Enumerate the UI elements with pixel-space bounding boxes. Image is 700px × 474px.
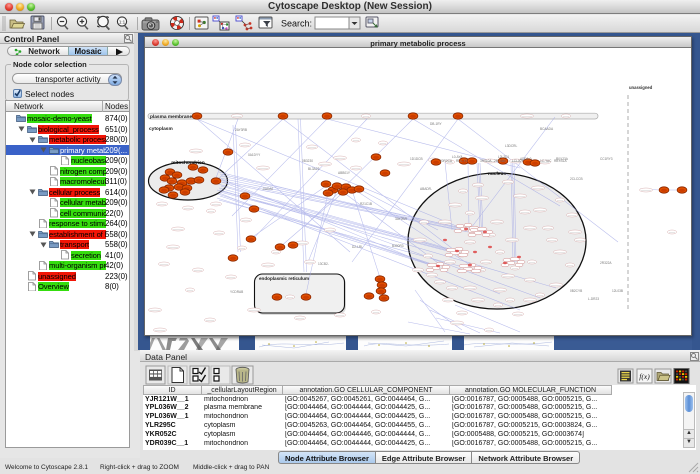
svg-text:Search:: Search: — [281, 19, 312, 29]
svg-text:3R0L0A: 3R0L0A — [480, 159, 492, 163]
svg-text:L3DCRL: L3DCRL — [505, 144, 517, 148]
svg-text:BL3A23: BL3A23 — [308, 167, 320, 171]
svg-text:-0ADA0: -0ADA0 — [262, 187, 273, 191]
svg-text:endoplasmic reticulum: endoplasmic reticulum — [259, 276, 309, 281]
svg-text:3AY2BR: 3AY2BR — [395, 217, 408, 221]
svg-text:2R322A: 2R322A — [600, 261, 612, 265]
svg-text:2AY3RB: 2AY3RB — [235, 128, 247, 132]
svg-text:YCDRAB: YCDRAB — [230, 290, 243, 294]
svg-text:BCAADA: BCAADA — [540, 127, 554, 131]
svg-text:B300R3: B300R3 — [392, 244, 404, 248]
svg-text:RBYB1A: RBYB1A — [554, 159, 567, 163]
svg-text:2R201B: 2R201B — [494, 159, 506, 163]
svg-text:0B3230: 0B3230 — [302, 159, 313, 163]
svg-text:12L03B: 12L03B — [612, 289, 623, 293]
svg-text:R21C1B: R21C1B — [360, 202, 372, 206]
svg-text:LCL00Y: LCL00Y — [512, 159, 524, 163]
svg-text:ABB01Y: ABB01Y — [338, 171, 351, 175]
svg-text:2CLCCB: 2CLCCB — [570, 177, 583, 181]
svg-text:13CB2-: 13CB2- — [318, 262, 329, 266]
svg-text:ABADR-: ABADR- — [420, 187, 432, 191]
svg-text:DB-1RY: DB-1RY — [430, 122, 443, 126]
svg-text:CC1RY3: CC1RY3 — [600, 157, 613, 161]
svg-text:1:1: 1:1 — [119, 20, 126, 25]
svg-text:1C-YAC: 1C-YAC — [540, 159, 552, 163]
svg-text:RDL-Y3: RDL-Y3 — [456, 159, 468, 163]
svg-text:f(x): f(x) — [639, 372, 650, 381]
svg-text:20R2CA: 20R2CA — [440, 159, 453, 163]
svg-text:D2-LRL: D2-LRL — [352, 245, 363, 249]
svg-text:nucleus: nucleus — [488, 171, 506, 177]
svg-text:0A1DYY: 0A1DYY — [248, 153, 261, 157]
svg-text:cytoplasm: cytoplasm — [149, 126, 173, 132]
svg-text:plasma membrane: plasma membrane — [150, 114, 192, 120]
svg-text:1D1DCB: 1D1DCB — [410, 157, 423, 161]
svg-text:unassigned: unassigned — [629, 85, 653, 90]
svg-text:0B2CYB: 0B2CYB — [570, 289, 582, 293]
svg-text:L-DR23: L-DR23 — [588, 297, 599, 301]
svg-text:mitochondrion: mitochondrion — [171, 160, 205, 166]
